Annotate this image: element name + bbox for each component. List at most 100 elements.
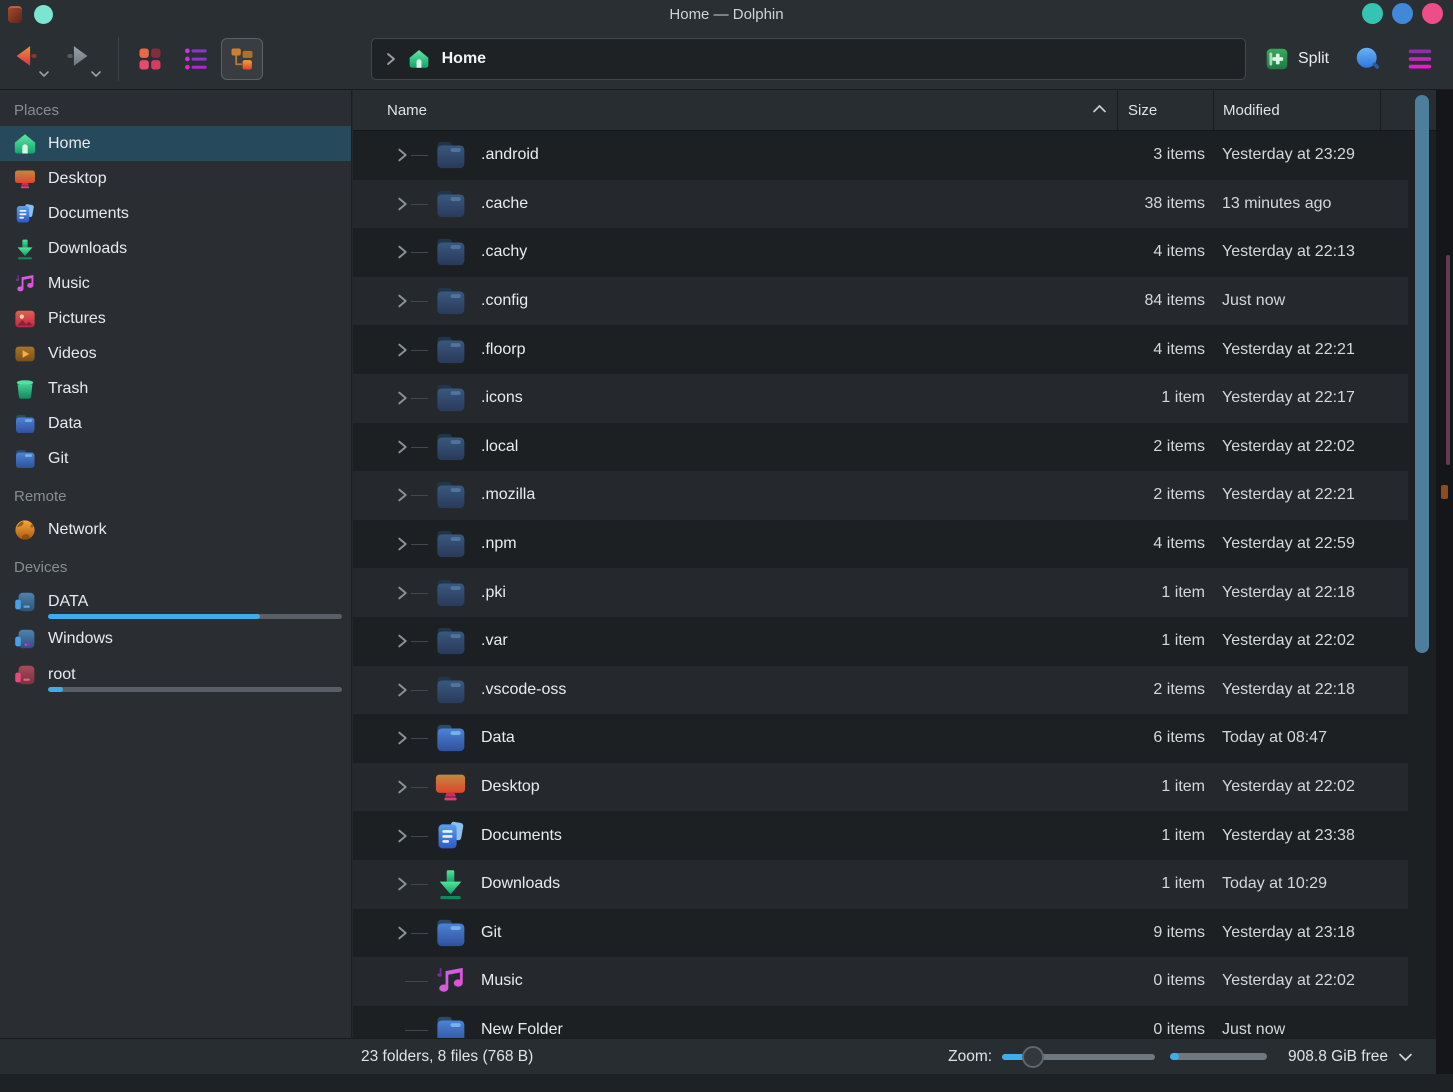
- file-row-floorp[interactable]: .floorp4 itemsYesterday at 22:21: [353, 325, 1408, 374]
- back-button[interactable]: [6, 36, 52, 82]
- sidebar-item-data[interactable]: Data: [0, 406, 351, 441]
- file-row-local[interactable]: .local2 itemsYesterday at 22:02: [353, 423, 1408, 472]
- chevron-down-icon[interactable]: [90, 70, 102, 78]
- file-row-vscode-oss[interactable]: .vscode-oss2 itemsYesterday at 22:18: [353, 666, 1408, 715]
- icons-view-button[interactable]: [129, 38, 171, 80]
- sidebar-item-label: Desktop: [48, 170, 107, 188]
- file-row-config[interactable]: .config84 itemsJust now: [353, 277, 1408, 326]
- scrollbar-thumb[interactable]: [1415, 95, 1429, 653]
- file-row-new-folder[interactable]: New Folder0 itemsJust now: [353, 1006, 1408, 1038]
- expand-chevron-icon[interactable]: [397, 391, 408, 406]
- file-row-icons[interactable]: .icons1 itemYesterday at 22:17: [353, 374, 1408, 423]
- sidebar-item-music[interactable]: Music: [0, 266, 351, 301]
- file-row-documents[interactable]: Documents1 itemYesterday at 23:38: [353, 811, 1408, 860]
- statusbar: 23 folders, 8 files (768 B) Zoom: 908.8 …: [0, 1038, 1453, 1074]
- breadcrumb-segment-home[interactable]: Home: [442, 50, 486, 68]
- tree-tick: [411, 301, 428, 302]
- downloads-icon: [13, 237, 37, 261]
- sidebar-item-root[interactable]: root: [0, 656, 351, 694]
- column-header-modified[interactable]: Modified: [1214, 90, 1381, 130]
- vertical-scrollbar[interactable]: [1412, 90, 1432, 1038]
- documents-icon: [13, 202, 37, 226]
- expand-chevron-icon[interactable]: [397, 877, 408, 892]
- sidebar-item-home[interactable]: Home: [0, 126, 351, 161]
- sidebar-item-label: Home: [48, 135, 91, 153]
- maximize-button[interactable]: [1392, 3, 1413, 24]
- expand-chevron-icon[interactable]: [397, 294, 408, 309]
- file-size: 6 items: [1153, 729, 1205, 747]
- file-row-cache[interactable]: .cache38 items13 minutes ago: [353, 180, 1408, 229]
- expand-chevron-icon[interactable]: [397, 682, 408, 697]
- location-bar[interactable]: Home: [371, 38, 1246, 80]
- folder-hidden-icon: [433, 624, 468, 659]
- file-row-music[interactable]: Music0 itemsYesterday at 22:02: [353, 957, 1408, 1006]
- file-row-data[interactable]: Data6 itemsToday at 08:47: [353, 714, 1408, 763]
- disk-capacity-fill: [1170, 1053, 1179, 1060]
- column-header-row: Name Size Modified: [353, 90, 1436, 131]
- pictures-icon: [13, 307, 37, 331]
- file-size: 38 items: [1145, 195, 1205, 213]
- sidebar-item-network[interactable]: Network: [0, 512, 351, 547]
- sidebar-item-desktop[interactable]: Desktop: [0, 161, 351, 196]
- sidebar-item-data[interactable]: DATA: [0, 583, 351, 621]
- column-header-name[interactable]: Name: [353, 90, 1118, 130]
- file-row-git[interactable]: Git9 itemsYesterday at 23:18: [353, 909, 1408, 958]
- file-row-downloads[interactable]: Downloads1 itemToday at 10:29: [353, 860, 1408, 909]
- file-row-pki[interactable]: .pki1 itemYesterday at 22:18: [353, 568, 1408, 617]
- drive-icon: [13, 590, 37, 614]
- split-button[interactable]: Split: [1264, 46, 1329, 72]
- sidebar-item-label: DATA: [48, 593, 88, 611]
- file-modified: Yesterday at 23:38: [1222, 827, 1355, 845]
- tree-tick: [411, 398, 428, 399]
- sidebar-item-pictures[interactable]: Pictures: [0, 301, 351, 336]
- compact-view-button[interactable]: [175, 38, 217, 80]
- sidebar-item-videos[interactable]: Videos: [0, 336, 351, 371]
- sidebar-item-downloads[interactable]: Downloads: [0, 231, 351, 266]
- close-button[interactable]: [1422, 3, 1443, 24]
- expand-chevron-icon[interactable]: [397, 731, 408, 746]
- pin-icon[interactable]: [34, 5, 53, 24]
- expand-chevron-icon[interactable]: [397, 780, 408, 795]
- forward-button[interactable]: [58, 36, 104, 82]
- expand-chevron-icon[interactable]: [397, 537, 408, 552]
- zoom-label: Zoom:: [948, 1048, 992, 1066]
- chevron-down-icon[interactable]: [38, 70, 50, 78]
- file-size: 2 items: [1153, 438, 1205, 456]
- search-button[interactable]: [1353, 44, 1383, 74]
- sidebar-item-git[interactable]: Git: [0, 441, 351, 476]
- expand-chevron-icon[interactable]: [397, 925, 408, 940]
- hamburger-menu-button[interactable]: [1405, 44, 1435, 74]
- folder-icon: [13, 412, 37, 436]
- expand-chevron-icon[interactable]: [397, 245, 408, 260]
- expand-chevron-icon[interactable]: [397, 488, 408, 503]
- minimize-button[interactable]: [1362, 3, 1383, 24]
- titlebar: Home — Dolphin: [0, 0, 1453, 28]
- file-size: 1 item: [1161, 778, 1205, 796]
- expand-chevron-icon[interactable]: [397, 634, 408, 649]
- file-row-mozilla[interactable]: .mozilla2 itemsYesterday at 22:21: [353, 471, 1408, 520]
- expand-chevron-icon[interactable]: [397, 148, 408, 163]
- zoom-slider[interactable]: [1002, 1046, 1155, 1068]
- app-icon[interactable]: [8, 6, 22, 23]
- file-row-cachy[interactable]: .cachy4 itemsYesterday at 22:13: [353, 228, 1408, 277]
- expand-chevron-icon[interactable]: [397, 342, 408, 357]
- file-size: 0 items: [1153, 1021, 1205, 1038]
- sidebar-item-documents[interactable]: Documents: [0, 196, 351, 231]
- chevron-down-icon[interactable]: [1398, 1052, 1413, 1062]
- network-icon: [13, 518, 37, 542]
- expand-chevron-icon[interactable]: [397, 196, 408, 211]
- zoom-slider-handle[interactable]: [1022, 1046, 1044, 1068]
- expand-chevron-icon[interactable]: [397, 585, 408, 600]
- sidebar-item-windows[interactable]: Windows: [0, 621, 351, 656]
- file-row-android[interactable]: .android3 itemsYesterday at 23:29: [353, 131, 1408, 180]
- file-row-desktop[interactable]: Desktop1 itemYesterday at 22:02: [353, 763, 1408, 812]
- sidebar-item-trash[interactable]: Trash: [0, 371, 351, 406]
- expand-chevron-icon[interactable]: [397, 828, 408, 843]
- details-view-icon: [228, 45, 256, 73]
- file-size: 2 items: [1153, 681, 1205, 699]
- expand-chevron-icon[interactable]: [397, 439, 408, 454]
- file-row-var[interactable]: .var1 itemYesterday at 22:02: [353, 617, 1408, 666]
- file-row-npm[interactable]: .npm4 itemsYesterday at 22:59: [353, 520, 1408, 569]
- details-view-button[interactable]: [221, 38, 263, 80]
- column-header-size[interactable]: Size: [1118, 90, 1214, 130]
